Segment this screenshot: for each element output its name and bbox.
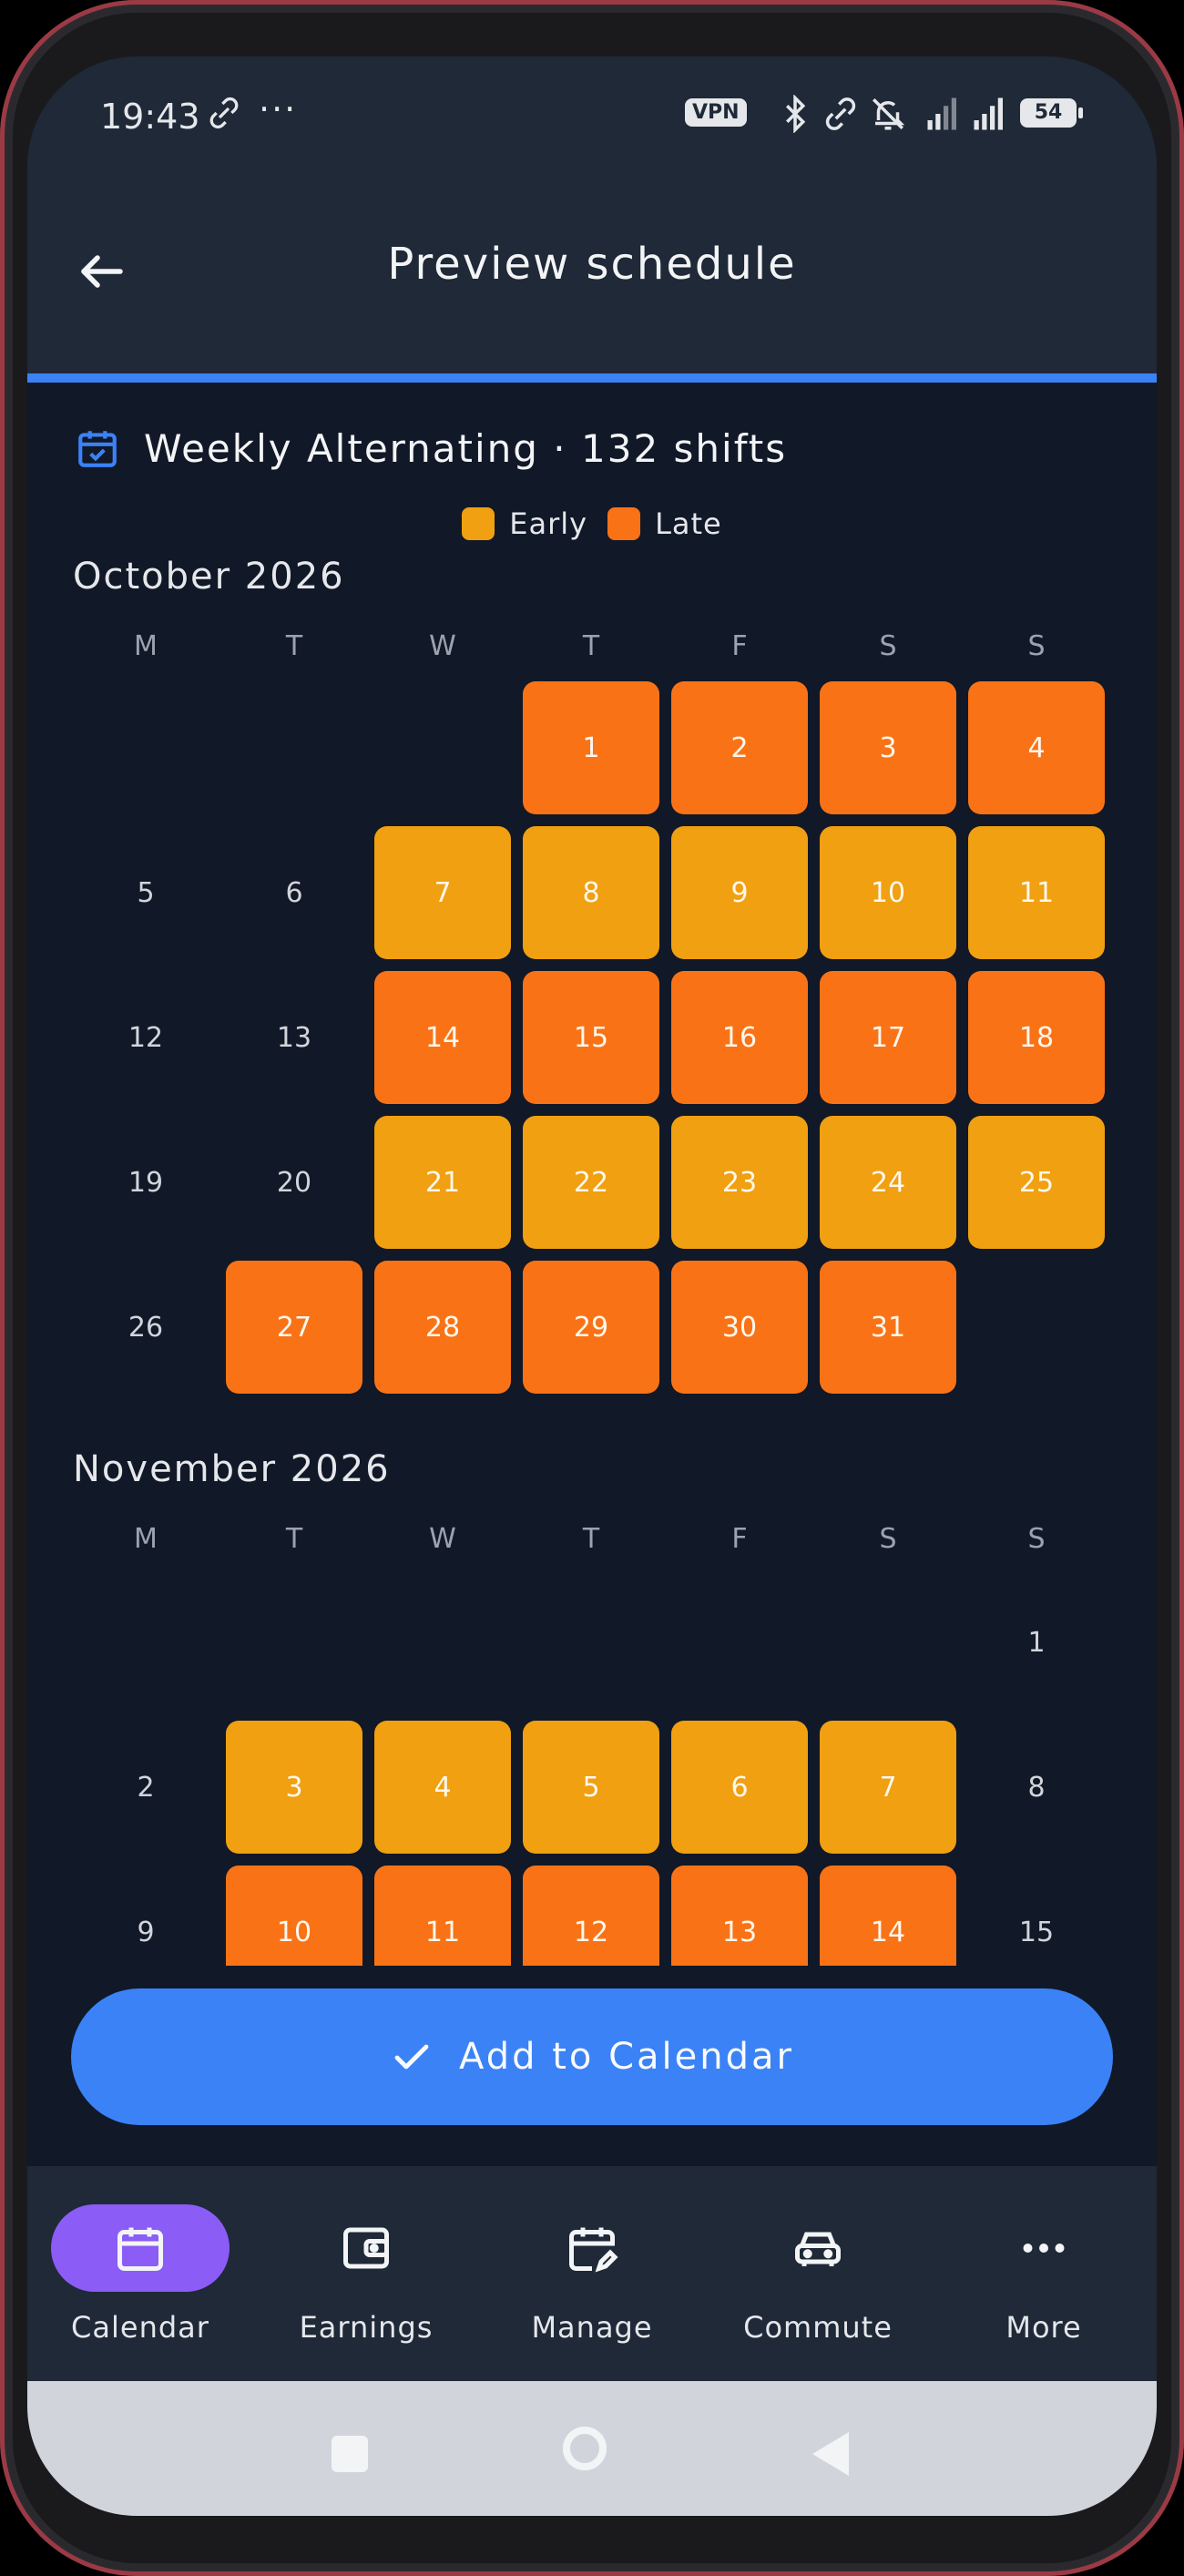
day-cell[interactable]: 3 [226,1721,362,1854]
more-horizontal-icon [1023,2244,1065,2253]
day-cell[interactable]: 15 [523,971,659,1104]
weekday-label: S [879,1523,897,1555]
system-back-button[interactable] [812,2432,849,2476]
day-cell[interactable]: 21 [374,1116,511,1249]
day-cell[interactable]: 2 [77,1721,214,1854]
weekday-label: S [879,630,897,662]
day-cell[interactable]: 2 [671,681,808,814]
calendar-preview: October 2026 M T W T F S S 1 2 3 4 5 6 7… [27,56,1157,1966]
nav-item-calendar[interactable]: Calendar [27,2166,253,2381]
day-cell[interactable]: 8 [523,826,659,959]
day-cell[interactable]: 12 [77,971,214,1104]
day-cell[interactable]: 19 [77,1116,214,1249]
check-icon [394,2044,429,2070]
day-cell[interactable]: 10 [226,1866,362,1966]
day-cell[interactable]: 31 [820,1261,956,1394]
month-title: October 2026 [73,556,345,598]
day-cell[interactable]: 12 [523,1866,659,1966]
weekday-label: T [582,1523,600,1555]
day-cell[interactable]: 7 [820,1721,956,1854]
day-cell[interactable]: 16 [671,971,808,1104]
day-cell[interactable]: 29 [523,1261,659,1394]
add-to-calendar-button[interactable]: Add to Calendar [71,1988,1113,2125]
nav-item-commute[interactable]: Commute [705,2166,931,2381]
system-navigation-bar [27,2381,1157,2516]
day-cell[interactable]: 26 [77,1261,214,1394]
weekday-label: T [285,1523,303,1555]
day-cell[interactable]: 1 [523,681,659,814]
weekday-label: T [285,630,303,662]
day-cell[interactable]: 13 [226,971,362,1104]
day-cell[interactable]: 6 [671,1721,808,1854]
day-cell[interactable]: 7 [374,826,511,959]
day-cell[interactable]: 22 [523,1116,659,1249]
bottom-navigation: Calendar Earnings Manage Commute More [27,2166,1157,2381]
day-cell[interactable]: 3 [820,681,956,814]
weekday-label: T [582,630,600,662]
day-cell[interactable]: 25 [968,1116,1105,1249]
weekday-label: M [134,1523,158,1555]
weekday-label: W [429,1523,456,1555]
month-title: November 2026 [73,1448,391,1490]
nav-label: Manage [531,2310,653,2345]
nav-item-manage[interactable]: Manage [479,2166,705,2381]
screen: 19:43 ··· VPN 54 Preview schedule Weekly… [27,56,1157,2516]
day-cell[interactable]: 1 [968,1576,1105,1709]
day-cell[interactable]: 4 [374,1721,511,1854]
day-cell[interactable]: 14 [820,1866,956,1966]
day-cell[interactable]: 27 [226,1261,362,1394]
day-cell[interactable]: 18 [968,971,1105,1104]
weekday-label: F [731,630,748,662]
day-cell[interactable]: 17 [820,971,956,1104]
day-cell[interactable]: 14 [374,971,511,1104]
wallet-icon [343,2227,389,2269]
day-cell[interactable]: 8 [968,1721,1105,1854]
nav-item-earnings[interactable]: Earnings [253,2166,479,2381]
nav-label: Calendar [71,2310,209,2345]
nav-label: Earnings [299,2310,434,2345]
weekday-label: S [1027,630,1046,662]
day-cell[interactable]: 5 [523,1721,659,1854]
nav-label: More [1005,2310,1082,2345]
nav-item-more[interactable]: More [931,2166,1157,2381]
day-cell[interactable]: 9 [671,826,808,959]
day-cell[interactable]: 6 [226,826,362,959]
day-cell[interactable]: 28 [374,1261,511,1394]
phone-frame: 19:43 ··· VPN 54 Preview schedule Weekly… [0,0,1184,2576]
day-cell[interactable]: 15 [968,1866,1105,1966]
home-button[interactable] [563,2427,607,2470]
day-cell[interactable]: 10 [820,826,956,959]
nav-label: Commute [743,2310,893,2345]
recents-button[interactable] [332,2436,368,2472]
weekday-label: F [731,1523,748,1555]
weekday-label: M [134,630,158,662]
day-cell[interactable]: 13 [671,1866,808,1966]
day-cell[interactable]: 9 [77,1866,214,1966]
day-cell[interactable]: 20 [226,1116,362,1249]
weekday-label: W [429,630,456,662]
calendar-icon [117,2227,163,2271]
day-cell[interactable]: 4 [968,681,1105,814]
day-cell[interactable]: 23 [671,1116,808,1249]
weekday-label: S [1027,1523,1046,1555]
calendar-edit-icon [569,2227,618,2273]
day-cell[interactable]: 5 [77,826,214,959]
day-cell[interactable]: 30 [671,1261,808,1394]
add-to-calendar-label: Add to Calendar [459,2036,794,2078]
car-icon [795,2232,841,2266]
day-cell[interactable]: 24 [820,1116,956,1249]
day-cell[interactable]: 11 [374,1866,511,1966]
day-cell[interactable]: 11 [968,826,1105,959]
